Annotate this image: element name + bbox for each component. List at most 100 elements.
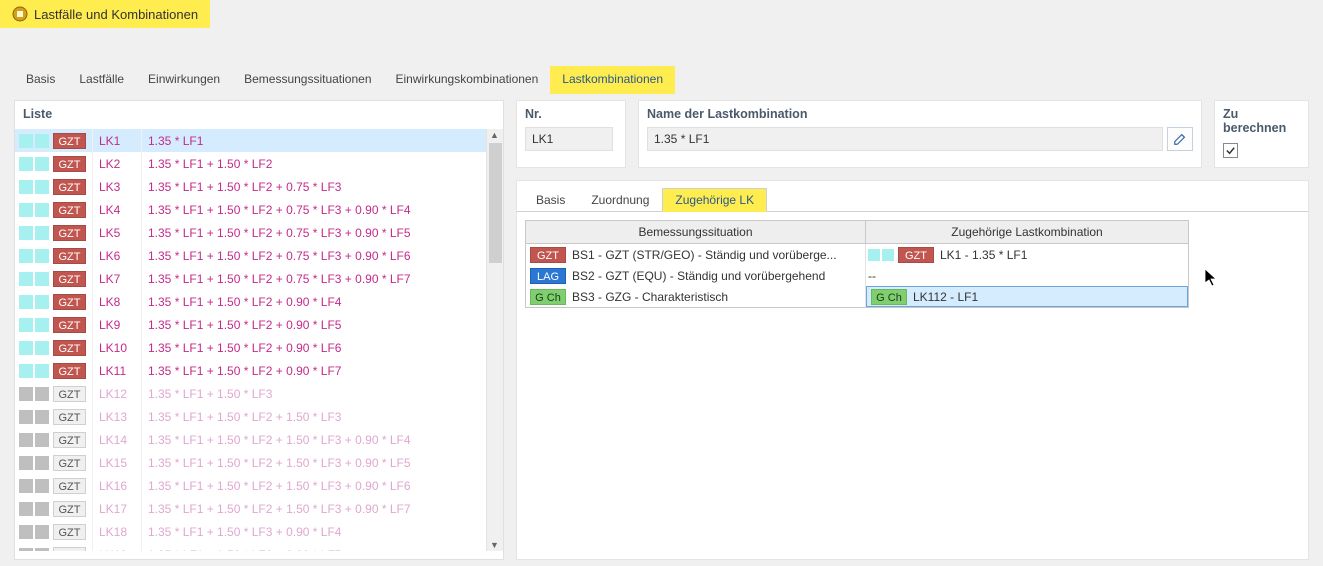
list-row[interactable]: GZTLK91.35 * LF1 + 1.50 * LF2 + 0.90 * L… [15,313,503,336]
calc-checkbox[interactable] [1223,143,1238,158]
status-square-icon [35,203,49,217]
sub-content: Bemessungssituation Zugehörige Lastkombi… [516,212,1309,560]
list-row[interactable]: GZTLK51.35 * LF1 + 1.50 * LF2 + 0.75 * L… [15,221,503,244]
status-square-icon [19,318,33,332]
lk-expression: 1.35 * LF1 + 1.50 * LF3 [148,387,272,401]
grid-row[interactable]: GZTBS1 - GZT (STR/GEO) - Ständig und vor… [526,244,1188,265]
grid-header-combination[interactable]: Zugehörige Lastkombination [866,221,1188,244]
grid-cell-situation[interactable]: GZTBS1 - GZT (STR/GEO) - Ständig und vor… [526,244,866,265]
type-badge: GZT [53,156,86,172]
sub-tab-zugehörige-lk[interactable]: Zugehörige LK [662,188,767,212]
combination-text: -- [868,269,876,283]
status-square-icon [19,341,33,355]
situation-badge: GZT [530,247,566,263]
grid-row[interactable]: G ChBS3 - GZG - CharakteristischG ChLK11… [526,286,1188,307]
status-square-icon [35,479,49,493]
type-badge: GZT [53,478,86,494]
edit-name-button[interactable] [1167,127,1193,151]
list-row[interactable]: GZTLK101.35 * LF1 + 1.50 * LF2 + 0.90 * … [15,336,503,359]
lk-code: LK16 [99,479,141,493]
scroll-up-icon[interactable]: ▲ [490,130,499,140]
status-square-icon [35,502,49,516]
toolbar-spacer [0,28,1323,58]
main-tab-einwirkungskombinationen[interactable]: Einwirkungskombinationen [384,66,551,94]
scroll-thumb[interactable] [489,143,502,263]
status-square-icon [19,433,33,447]
combination-badge: G Ch [871,289,907,305]
lk-expression: 1.35 * LF1 + 1.50 * LF2 + 0.75 * LF3 + 0… [148,272,411,286]
combination-badge: GZT [898,247,934,263]
list-container: GZTLK11.35 * LF1GZTLK21.35 * LF1 + 1.50 … [15,129,503,551]
status-square-icon [35,410,49,424]
list-row[interactable]: GZT LK3 1.35 * LF1 + 1.50 * LF2 + 0.75 * L… [15,175,503,198]
name-input[interactable]: 1.35 * LF1 [647,127,1163,151]
list-row[interactable]: GZTLK11.35 * LF1 [15,129,503,152]
nr-input[interactable]: LK1 [525,127,613,151]
list-row[interactable]: GZTLK41.35 * LF1 + 1.50 * LF2 + 0.75 * L… [15,198,503,221]
lk-code: LK3 [99,180,141,194]
list-row[interactable]: GZTLK71.35 * LF1 + 1.50 * LF2 + 0.75 * L… [15,267,503,290]
status-square-icon [35,364,49,378]
main-tab-lastkombinationen[interactable]: Lastkombinationen [550,66,675,94]
lk-expression: 1.35 * LF1 + 1.50 * LF3 + 0.90 * LF4 [148,525,341,539]
list-row[interactable]: GZT LK16 1.35 * LF1 + 1.50 * LF2 + 1.50 * … [15,474,503,497]
main-tab-strip: BasisLastfälleEinwirkungenBemessungssitu… [0,58,1323,94]
grid-header-situation[interactable]: Bemessungssituation [526,221,866,244]
lk-expression: 1.35 * LF1 + 1.50 * LF2 + 0.75 * LF3 [148,180,341,194]
list-row[interactable]: GZTLK141.35 * LF1 + 1.50 * LF2 + 1.50 * … [15,428,503,451]
status-square-icon [35,249,49,263]
scroll-down-icon[interactable]: ▼ [490,540,499,550]
lk-code: LK7 [99,272,141,286]
sub-tab-basis[interactable]: Basis [523,188,578,212]
lk-expression: 1.35 * LF1 + 1.50 * LF3 + 0.90 * LF5 [148,548,341,552]
lk-code: LK14 [99,433,141,447]
grid-row[interactable]: LAGBS2 - GZT (EQU) - Ständig und vorüber… [526,265,1188,286]
type-badge: GZT [53,409,86,425]
grid-cell-combination[interactable]: G ChLK112 - LF1 [866,286,1188,307]
list-scrollbar[interactable]: ▲ ▼ [486,129,503,551]
status-square-icon [35,295,49,309]
list-row[interactable]: GZTLK151.35 * LF1 + 1.50 * LF2 + 1.50 * … [15,451,503,474]
type-badge: GZT [53,547,86,552]
list-row[interactable]: GZTLK131.35 * LF1 + 1.50 * LF2 + 1.50 * … [15,405,503,428]
status-square-icon [35,226,49,240]
lk-code: LK1 [99,134,141,148]
list-panel: Liste GZTLK11.35 * LF1GZTLK21.35 * LF1 +… [14,100,504,560]
lk-code: LK4 [99,203,141,217]
status-square-icon [19,479,33,493]
main-tab-bemessungssituationen[interactable]: Bemessungssituationen [232,66,383,94]
status-square-icon [35,180,49,194]
lk-expression: 1.35 * LF1 + 1.50 * LF2 + 0.90 * LF4 [148,295,341,309]
grid-cell-situation[interactable]: LAGBS2 - GZT (EQU) - Ständig und vorüber… [526,265,866,286]
type-badge: GZT [53,179,86,195]
situation-text: BS2 - GZT (EQU) - Ständig und vorübergeh… [572,269,825,283]
grid-cell-combination[interactable]: GZTLK1 - 1.35 * LF1 [866,244,1188,265]
lk-expression: 1.35 * LF1 + 1.50 * LF2 + 0.90 * LF7 [148,364,341,378]
status-square-icon [19,525,33,539]
main-tab-lastfälle[interactable]: Lastfälle [67,66,136,94]
main-tab-einwirkungen[interactable]: Einwirkungen [136,66,232,94]
main-tab-basis[interactable]: Basis [14,66,67,94]
list-row[interactable]: GZTLK171.35 * LF1 + 1.50 * LF2 + 1.50 * … [15,497,503,520]
status-square-icon [19,249,33,263]
type-badge: GZT [53,317,86,333]
list-row[interactable]: GZTLK191.35 * LF1 + 1.50 * LF3 + 0.90 * … [15,543,503,551]
status-square-icon [35,318,49,332]
status-square-icon [35,548,49,552]
calc-label: Zu berechnen [1223,107,1300,135]
type-badge: GZT [53,524,86,540]
list-row[interactable]: GZTLK61.35 * LF1 + 1.50 * LF2 + 0.75 * L… [15,244,503,267]
lk-expression: 1.35 * LF1 + 1.50 * LF2 + 1.50 * LF3 + 0… [148,479,411,493]
status-square-icon [868,249,880,261]
list-row[interactable]: GZTLK81.35 * LF1 + 1.50 * LF2 + 0.90 * L… [15,290,503,313]
status-square-icon [19,548,33,552]
grid-cell-situation[interactable]: G ChBS3 - GZG - Charakteristisch [526,286,866,307]
grid-cell-combination[interactable]: -- [866,265,1188,286]
list-row[interactable]: GZTLK111.35 * LF1 + 1.50 * LF2 + 0.90 * … [15,359,503,382]
type-badge: GZT [53,340,86,356]
list-row[interactable]: GZTLK21.35 * LF1 + 1.50 * LF2 [15,152,503,175]
nr-label: Nr. [525,107,617,121]
sub-tab-zuordnung[interactable]: Zuordnung [578,188,662,212]
list-row[interactable]: GZTLK121.35 * LF1 + 1.50 * LF3 [15,382,503,405]
lk-code: LK9 [99,318,141,332]
